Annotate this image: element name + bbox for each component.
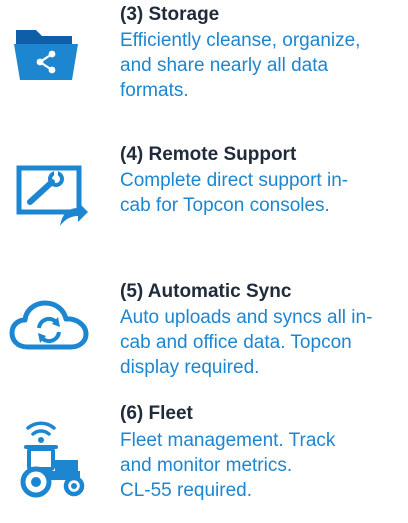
description-line: and monitor metrics. [120, 455, 293, 476]
folder-share-icon [14, 30, 78, 80]
feature-title: (5) Automatic Sync [120, 281, 292, 302]
description-line: display required. [120, 357, 260, 378]
description-line: and share nearly all data [120, 55, 329, 76]
description-line: formats. [120, 80, 189, 101]
feature-description: Auto uploads and syncs all in- cab and o… [120, 305, 372, 380]
feature-description: Complete direct support in- cab for Topc… [120, 168, 348, 218]
description-line: cab for Topcon consoles. [120, 195, 330, 216]
feature-description: Efficiently cleanse, organize, and share… [120, 28, 360, 103]
feature-title: (4) Remote Support [120, 144, 297, 165]
description-line: cab and office data. Topcon [120, 332, 352, 353]
description-line: CL-55 required. [120, 480, 253, 501]
remote-support-icon [16, 165, 88, 226]
description-line: Auto uploads and syncs all in- [120, 307, 373, 328]
feature-title: (6) Fleet [120, 403, 193, 424]
description-line: Complete direct support in- [120, 170, 349, 191]
feature-title: (3) Storage [120, 4, 220, 25]
cloud-sync-icon [9, 300, 89, 350]
description-line: Efficiently cleanse, organize, [120, 30, 361, 51]
feature-description: Fleet management. Track and monitor metr… [120, 428, 335, 503]
description-line: Fleet management. Track [120, 430, 336, 451]
tractor-wifi-icon [20, 421, 85, 498]
